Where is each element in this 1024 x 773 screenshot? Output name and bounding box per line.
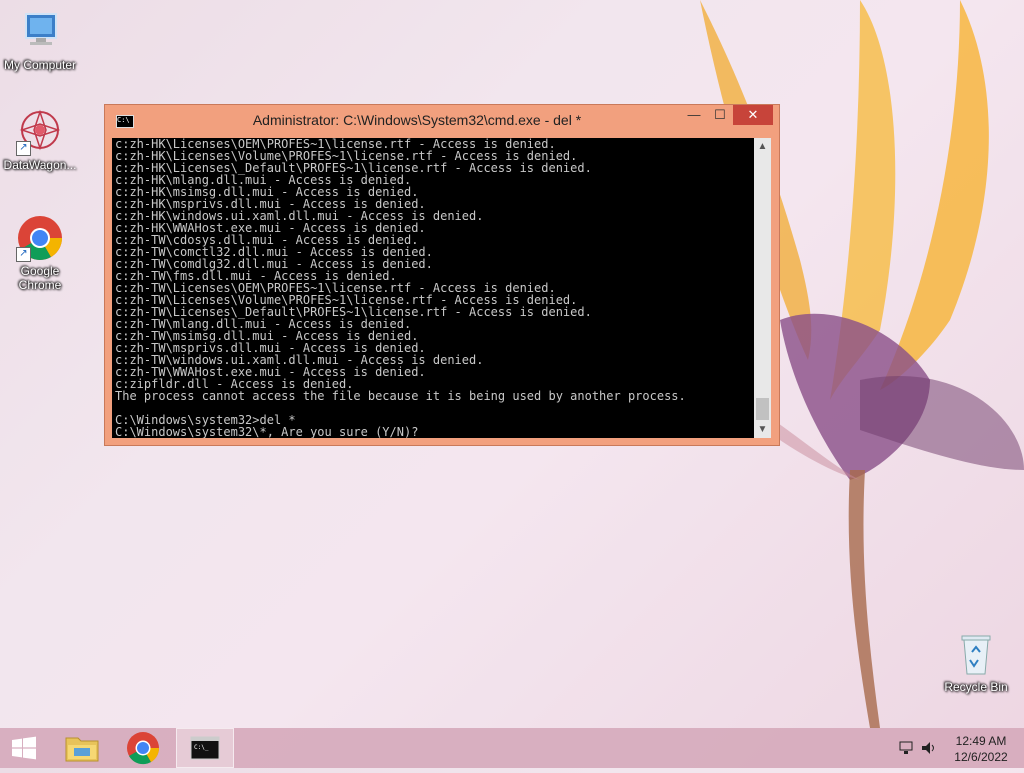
- scrollbar-thumb[interactable]: [756, 398, 769, 420]
- svg-text:C:\_: C:\_: [194, 744, 209, 751]
- chrome-icon: ↗: [16, 214, 64, 262]
- minimize-button[interactable]: —: [681, 105, 707, 125]
- scroll-down-icon[interactable]: ▼: [754, 421, 771, 438]
- computer-icon: [16, 8, 64, 56]
- taskbar-file-explorer[interactable]: [56, 728, 108, 768]
- vertical-scrollbar[interactable]: ▲ ▼: [754, 138, 771, 438]
- windows-logo-icon: [12, 736, 36, 760]
- datawagon-label: DataWagon...: [3, 158, 77, 172]
- taskbar: C:\_ 12:49 AM 12/6/2022: [0, 728, 1024, 768]
- cmd-icon: C:\: [116, 115, 134, 128]
- taskbar-chrome[interactable]: [116, 728, 170, 768]
- cmd-icon: C:\_: [190, 736, 220, 760]
- google-chrome-label: Google Chrome: [18, 264, 62, 292]
- start-button[interactable]: [0, 728, 48, 768]
- network-icon[interactable]: [898, 740, 916, 756]
- console-prompt-line[interactable]: C:\Windows\system32\*, Are you sure (Y/N…: [112, 426, 754, 438]
- shortcut-arrow-icon: ↗: [16, 141, 31, 156]
- datawagon-shortcut[interactable]: ↗ DataWagon...: [0, 108, 80, 172]
- cmd-window[interactable]: C:\ Administrator: C:\Windows\System32\c…: [104, 104, 780, 446]
- google-chrome-shortcut[interactable]: ↗ Google Chrome: [0, 214, 80, 292]
- datawagon-icon: ↗: [16, 108, 64, 156]
- recycle-bin-label: Recycle Bin: [944, 680, 1008, 694]
- window-title: Administrator: C:\Windows\System32\cmd.e…: [252, 112, 582, 128]
- clock-time: 12:49 AM: [955, 734, 1007, 748]
- console-output[interactable]: c:zh-HK\Licenses\OEM\PROFES~1\license.rt…: [112, 138, 754, 438]
- folder-icon: [65, 737, 99, 762]
- system-clock[interactable]: 12:49 AM 12/6/2022: [946, 733, 1016, 765]
- maximize-button[interactable]: ☐: [707, 105, 733, 125]
- scroll-up-icon[interactable]: ▲: [754, 138, 771, 155]
- my-computer-icon[interactable]: My Computer: [0, 8, 80, 72]
- recycle-bin-icon-item[interactable]: Recycle Bin: [936, 630, 1016, 694]
- volume-icon[interactable]: [920, 740, 938, 756]
- close-button[interactable]: ✕: [733, 105, 773, 125]
- clock-date: 12/6/2022: [954, 750, 1008, 764]
- chrome-icon: [127, 732, 160, 765]
- recycle-bin-icon: [952, 630, 1000, 678]
- taskbar-cmd[interactable]: C:\_: [176, 728, 234, 768]
- cmd-titlebar[interactable]: C:\ Administrator: C:\Windows\System32\c…: [105, 105, 779, 133]
- console-line: The process cannot access the file becau…: [115, 389, 686, 403]
- my-computer-label: My Computer: [3, 58, 77, 72]
- shortcut-arrow-icon: ↗: [16, 247, 31, 262]
